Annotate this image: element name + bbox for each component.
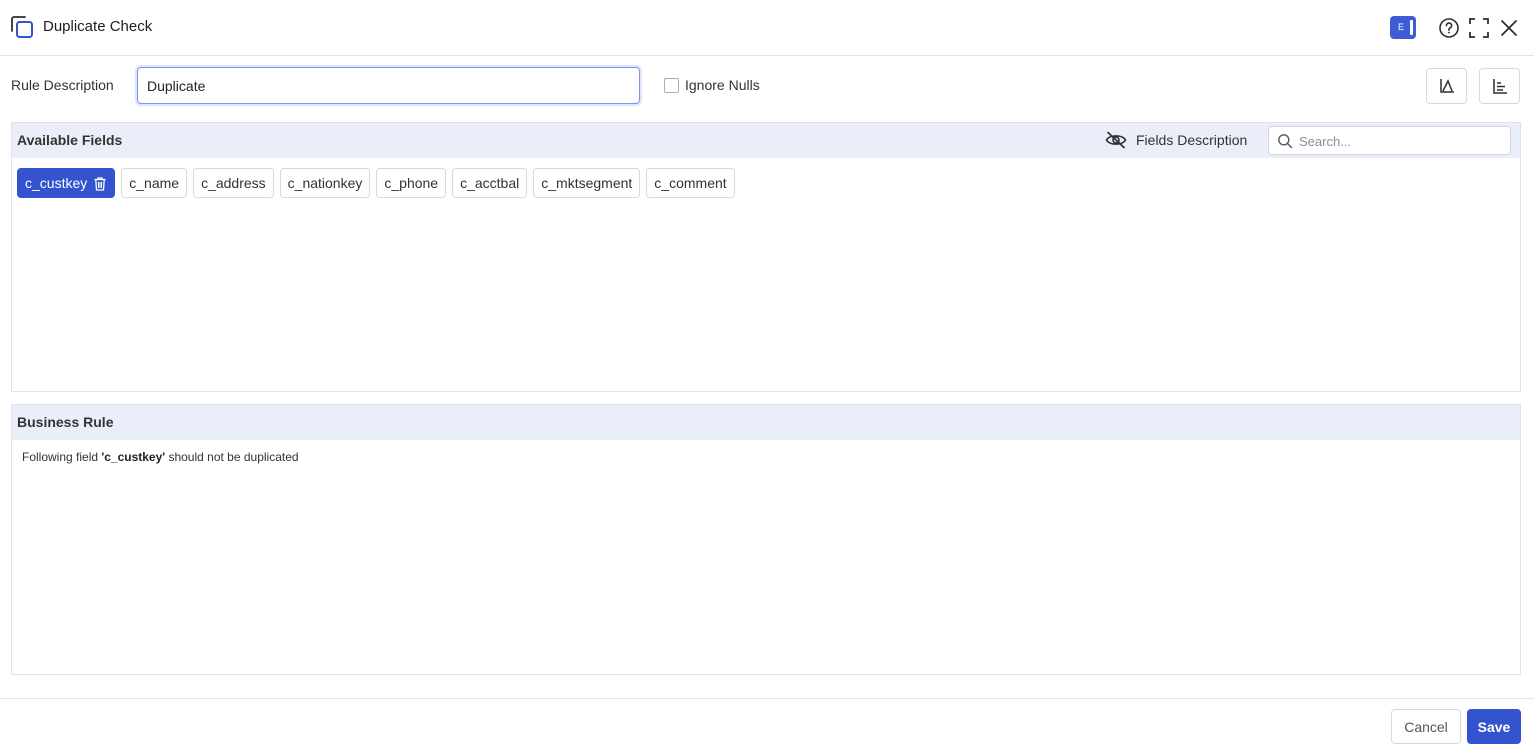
available-fields-title: Available Fields (17, 132, 123, 148)
field-chip-label: c_name (129, 175, 180, 191)
bar-chart-button[interactable] (1479, 68, 1520, 104)
field-chip-c-comment[interactable]: c_comment (646, 168, 735, 198)
field-chip-c-nationkey[interactable]: c_nationkey (279, 168, 371, 198)
field-chip-c-custkey[interactable]: c_custkey (17, 168, 116, 198)
business-rule-title: Business Rule (17, 414, 114, 430)
ignore-nulls-option[interactable]: Ignore Nulls (664, 77, 760, 93)
rule-description-input[interactable] (137, 67, 640, 104)
field-chip-label: c_custkey (25, 175, 88, 191)
fields-description-label: Fields Description (1136, 132, 1248, 148)
dialog-footer: Cancel Save (0, 698, 1534, 752)
close-icon[interactable] (1498, 17, 1520, 39)
search-box (1268, 126, 1511, 155)
mode-badge[interactable]: E (1390, 16, 1416, 39)
ignore-nulls-label: Ignore Nulls (685, 77, 760, 93)
trash-icon[interactable] (93, 176, 107, 191)
rule-description-label: Rule Description (11, 77, 114, 93)
duplicate-icon (11, 16, 33, 38)
field-chip-c-phone[interactable]: c_phone (376, 168, 447, 198)
ignore-nulls-checkbox[interactable] (664, 77, 679, 93)
search-icon (1278, 134, 1293, 149)
field-chip-c-address[interactable]: c_address (193, 168, 274, 198)
chart-icon (1439, 79, 1454, 93)
available-fields-header: Available Fields Fields Description (12, 123, 1520, 158)
rule-description-row: Rule Description Ignore Nulls (0, 56, 1534, 120)
field-chip-c-acctbal[interactable]: c_acctbal (452, 168, 528, 198)
business-rule-header: Business Rule (12, 405, 1520, 440)
field-chip-label: c_nationkey (287, 175, 363, 191)
field-chip-label: c_mktsegment (541, 175, 633, 191)
business-rule-field: 'c_custkey' (101, 450, 166, 464)
expand-icon[interactable] (1468, 17, 1490, 39)
dialog-title: Duplicate Check (43, 18, 153, 35)
business-rule-text: Following field 'c_custkey' should not b… (22, 450, 299, 464)
eye-off-icon[interactable] (1105, 131, 1127, 149)
cancel-button[interactable]: Cancel (1391, 709, 1461, 744)
field-chip-label: c_phone (384, 175, 439, 191)
field-chip-label: c_address (201, 175, 266, 191)
field-chip-label: c_acctbal (460, 175, 520, 191)
business-rule-panel: Business Rule Following field 'c_custkey… (11, 404, 1521, 675)
bar-chart-icon (1492, 79, 1507, 94)
save-button[interactable]: Save (1467, 709, 1521, 744)
field-chip-label: c_comment (654, 175, 727, 191)
field-chip-c-name[interactable]: c_name (121, 168, 188, 198)
dialog-header: Duplicate Check E (0, 0, 1534, 56)
field-chip-c-mktsegment[interactable]: c_mktsegment (533, 168, 641, 198)
search-input[interactable] (1299, 131, 1504, 151)
help-icon[interactable] (1438, 17, 1460, 39)
available-fields-panel: Available Fields Fields Description c_cu… (11, 122, 1521, 392)
chart-toggle-button[interactable] (1426, 68, 1467, 104)
field-chip-list: c_custkey c_name c_address c_nationkey c… (17, 168, 735, 198)
